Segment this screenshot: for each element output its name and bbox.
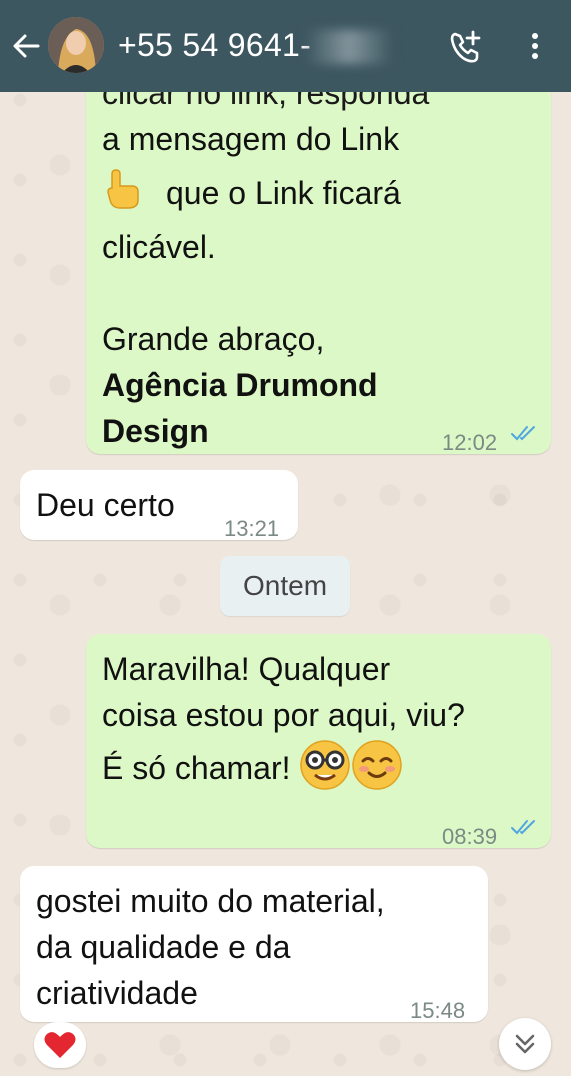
message-time: 12:02 bbox=[442, 430, 498, 455]
blurred-number-mask bbox=[306, 30, 392, 64]
message-text: clicável. bbox=[102, 229, 216, 265]
message-time: 08:39 bbox=[442, 824, 498, 849]
red-heart-icon bbox=[44, 1032, 76, 1058]
message-text: Deu certo bbox=[36, 487, 175, 523]
message-text: gostei muito do material, bbox=[36, 883, 385, 919]
message-bubble-incoming[interactable]: Deu certo 13:21 bbox=[20, 470, 298, 541]
read-receipt-icon bbox=[511, 820, 535, 835]
date-divider: Ontem bbox=[220, 556, 350, 616]
avatar[interactable] bbox=[48, 17, 104, 73]
message-bubble-outgoing[interactable]: clicar no link, responda a mensagem do L… bbox=[86, 60, 551, 455]
more-vertical-icon[interactable] bbox=[525, 30, 545, 62]
message-text: criatividade bbox=[36, 975, 198, 1011]
message-text: da qualidade e da bbox=[36, 929, 291, 965]
message-text: que o Link ficará bbox=[166, 175, 401, 211]
contact-name[interactable]: +55 54 9641- bbox=[118, 27, 311, 64]
double-chevron-down-icon bbox=[515, 1034, 535, 1054]
message-time: 15:48 bbox=[410, 998, 466, 1023]
chat-header: +55 54 9641- bbox=[0, 0, 571, 92]
message-text-bold: Design bbox=[102, 413, 209, 449]
add-call-icon[interactable] bbox=[446, 28, 484, 66]
reaction-badge[interactable] bbox=[34, 1022, 86, 1068]
message-bubble-incoming[interactable]: gostei muito do material, da qualidade e… bbox=[20, 866, 488, 1023]
smiling-face-emoji-icon bbox=[352, 740, 403, 790]
message-text bbox=[102, 270, 429, 316]
read-receipt-icon bbox=[511, 426, 535, 441]
message-text-bold: Agência Drumond bbox=[102, 367, 378, 403]
message-text: É só chamar! bbox=[102, 750, 291, 786]
message-text: a mensagem do Link bbox=[102, 121, 400, 157]
pointing-up-emoji-icon bbox=[107, 169, 139, 209]
nerd-face-emoji-icon bbox=[300, 740, 351, 790]
message-bubble-outgoing[interactable]: Maravilha! Qualquer coisa estou por aqui… bbox=[86, 634, 551, 849]
scroll-to-bottom-button[interactable] bbox=[499, 1018, 551, 1070]
message-text: coisa estou por aqui, viu? bbox=[102, 697, 465, 733]
message-time: 13:21 bbox=[224, 516, 280, 541]
message-text: Maravilha! Qualquer bbox=[102, 651, 391, 687]
arrow-left-icon[interactable] bbox=[10, 30, 42, 62]
message-text: Grande abraço, bbox=[102, 321, 325, 357]
